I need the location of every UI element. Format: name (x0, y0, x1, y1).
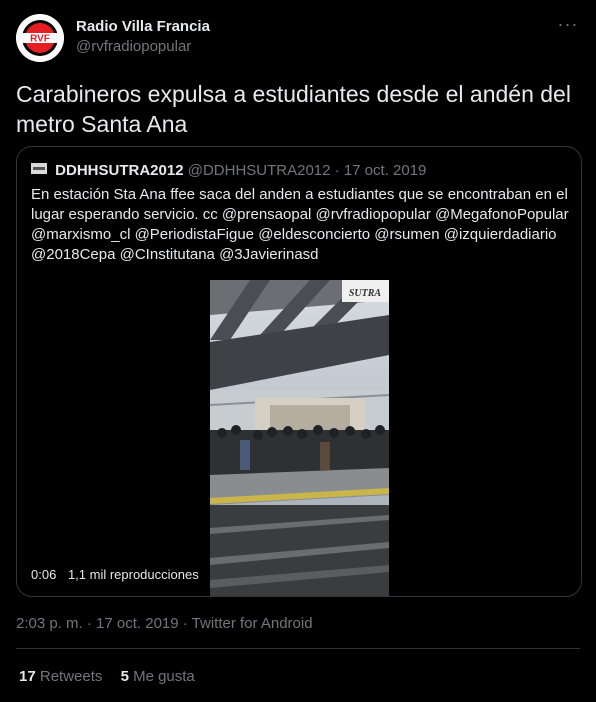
tweet-meta[interactable]: 2:03 p. m. · 17 oct. 2019 · Twitter for … (16, 615, 313, 632)
flag-icon (31, 163, 47, 174)
more-icon[interactable]: ··· (556, 15, 580, 40)
quoted-date: 17 oct. 2019 (343, 162, 427, 179)
video-duration: 0:06 (31, 567, 57, 582)
video-player[interactable]: SUTRA (210, 280, 389, 596)
tweet-text: Carabineros expulsa a estudiantes desde … (16, 81, 571, 137)
quoted-author-handle: @DDHHSUTRA2012 (187, 162, 331, 179)
quoted-text: En estación Sta Ana ffee saca del anden … (31, 186, 569, 263)
video-info: 0:06 1,1 mil reproducciones (31, 567, 199, 582)
author-name[interactable]: Radio Villa Francia (76, 18, 210, 35)
tweet-header: RVF Radio Villa Francia @rvfradiopopular… (16, 14, 580, 62)
svg-text:SUTRA: SUTRA (349, 288, 382, 299)
rvf-logo-icon: RVF (16, 14, 64, 62)
svg-text:RVF: RVF (30, 34, 50, 45)
quoted-tweet[interactable]: DDHHSUTRA2012 @DDHHSUTRA2012 · 17 oct. 2… (16, 146, 582, 597)
likes-count: 5 (120, 668, 129, 685)
quoted-separator: · (334, 162, 340, 179)
author-handle[interactable]: @rvfradiopopular (76, 38, 191, 55)
retweets-label: Retweets (39, 668, 103, 685)
likes-label: Me gusta (133, 668, 195, 685)
retweets-count: 17 (19, 668, 36, 685)
quoted-author-name: DDHHSUTRA2012 (55, 162, 184, 179)
retweets-stat[interactable]: 17 Retweets (19, 668, 107, 685)
video-thumbnail: SUTRA (210, 280, 389, 596)
video-views: 1,1 mil reproducciones (67, 567, 199, 582)
tweet-stats: 17 Retweets 5 Me gusta (19, 668, 209, 685)
likes-stat[interactable]: 5 Me gusta (121, 668, 195, 685)
avatar[interactable]: RVF (16, 14, 64, 62)
quoted-header: DDHHSUTRA2012 @DDHHSUTRA2012 · 17 oct. 2… (31, 162, 426, 180)
divider (16, 648, 580, 649)
